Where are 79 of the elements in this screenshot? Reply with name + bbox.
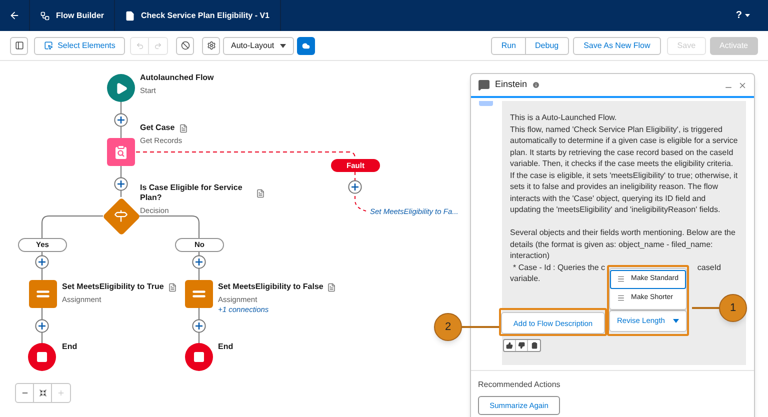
select-elements-button[interactable]: Select Elements — [34, 36, 125, 54]
stop-icon — [193, 351, 205, 363]
select-icon — [44, 41, 53, 50]
add-step-icon[interactable] — [192, 255, 206, 269]
signpost-icon — [114, 209, 128, 223]
node-title: Is Case Eligible for Service Plan? — [140, 183, 244, 203]
ban-icon — [180, 41, 190, 50]
assistant-avatar-icon — [479, 101, 493, 106]
node-title: Set MeetsEligibility to True — [62, 282, 164, 292]
add-step-icon[interactable] — [192, 319, 206, 333]
add-step-icon[interactable] — [114, 177, 128, 191]
connector-line — [138, 216, 200, 238]
play-icon — [114, 82, 128, 94]
canvas-mode-button[interactable] — [297, 36, 315, 54]
header-tab[interactable]: Check Service Plan Eligibility - V1 — [115, 0, 280, 31]
tab-label: Check Service Plan Eligibility - V1 — [141, 10, 270, 22]
header-tab[interactable]: Flow Builder — [30, 0, 115, 31]
tab-label: Flow Builder — [56, 10, 104, 22]
settings-button[interactable] — [202, 36, 220, 54]
toolbar-button[interactable]: Run — [491, 36, 526, 54]
add-step-icon[interactable] — [35, 255, 49, 269]
section-title: Recommended Actions — [478, 379, 560, 391]
undo-icon — [136, 42, 144, 50]
lines-icon — [617, 294, 625, 302]
document-icon — [125, 10, 135, 20]
get-records-node[interactable] — [107, 138, 135, 166]
thumbs-up-button[interactable] — [504, 340, 516, 352]
assignment-node[interactable] — [29, 280, 57, 308]
description-icon[interactable] — [168, 282, 177, 292]
end-node[interactable] — [185, 343, 213, 371]
add-step-icon[interactable] — [348, 180, 362, 194]
message-text: * Case - Id : Queries the c — [512, 262, 606, 273]
caret-icon — [672, 318, 679, 322]
chat-icon — [478, 79, 490, 91]
close-icon[interactable] — [738, 80, 747, 90]
layout-dropdown[interactable]: Auto-Layout — [223, 36, 294, 54]
start-node[interactable] — [107, 74, 135, 102]
plus-icon — [57, 389, 65, 397]
message-text: This flow, named 'Check Service Plan Eligibility', is triggered automatically to determine if a given case is eligible for a service plan. It starts by retrieving the case record based on the caseId variable. Then, it checks if the case meets the eligibility criteria. If the case is eligible, it sets 'meetsEligibility' to true; otherwise, it sets it to false and provides an ineligibility reason. The flow interacts with the 'Case' object, querying its ID field and updating the 'meetsEligibility' and 'ineligibilityReason' fields. — [510, 124, 738, 216]
message-text: caseId — [697, 262, 721, 273]
description-icon[interactable] — [256, 188, 265, 198]
assignment-node[interactable] — [185, 280, 213, 308]
callout-line — [462, 326, 499, 328]
add-step-icon[interactable] — [114, 113, 128, 127]
node-title: End — [62, 342, 78, 352]
caret-icon — [280, 44, 286, 48]
cloud-icon — [302, 42, 310, 50]
settings-icon — [206, 41, 216, 50]
node-title: End — [218, 342, 234, 352]
node-title: Autolaunched Flow — [140, 73, 214, 83]
redo-icon — [154, 42, 162, 50]
message-text: Several objects and their fields worth mentioning. Below are the details (the format is given as: object_name - filed_name: interaction) — [510, 227, 736, 262]
back-icon[interactable] — [9, 10, 20, 21]
message-text: variable. — [510, 273, 540, 284]
end-node[interactable] — [28, 343, 56, 371]
shrink-icon — [38, 389, 46, 397]
callout-badge: 2 — [434, 313, 462, 341]
clipboard-search-icon — [113, 144, 129, 160]
flow-icon — [40, 10, 50, 20]
caret-icon[interactable] — [745, 14, 750, 18]
node-title: Set MeetsEligibility to False — [218, 282, 324, 292]
toggle-panel-button[interactable] — [10, 36, 28, 54]
lines-icon — [617, 275, 625, 283]
thumbs-down-button[interactable] — [516, 340, 528, 352]
help-menu[interactable]: ? — [736, 8, 742, 23]
message-text: This is a Auto-Launched Flow. — [510, 112, 618, 124]
toolbar-button[interactable]: Debug — [526, 36, 569, 54]
info-icon[interactable] — [532, 81, 540, 89]
callout-line — [692, 307, 719, 309]
connector-line — [42, 216, 104, 238]
node-title: Get Case — [140, 123, 175, 133]
panel-icon — [14, 41, 24, 50]
description-icon[interactable] — [327, 282, 336, 292]
add-step-icon[interactable] — [35, 319, 49, 333]
description-icon[interactable] — [178, 124, 188, 132]
toolbar-button[interactable]: Save As New Flow — [572, 36, 662, 54]
disable-button[interactable] — [176, 36, 194, 54]
stop-icon — [36, 351, 48, 363]
panel-title: Einstein — [495, 78, 528, 92]
